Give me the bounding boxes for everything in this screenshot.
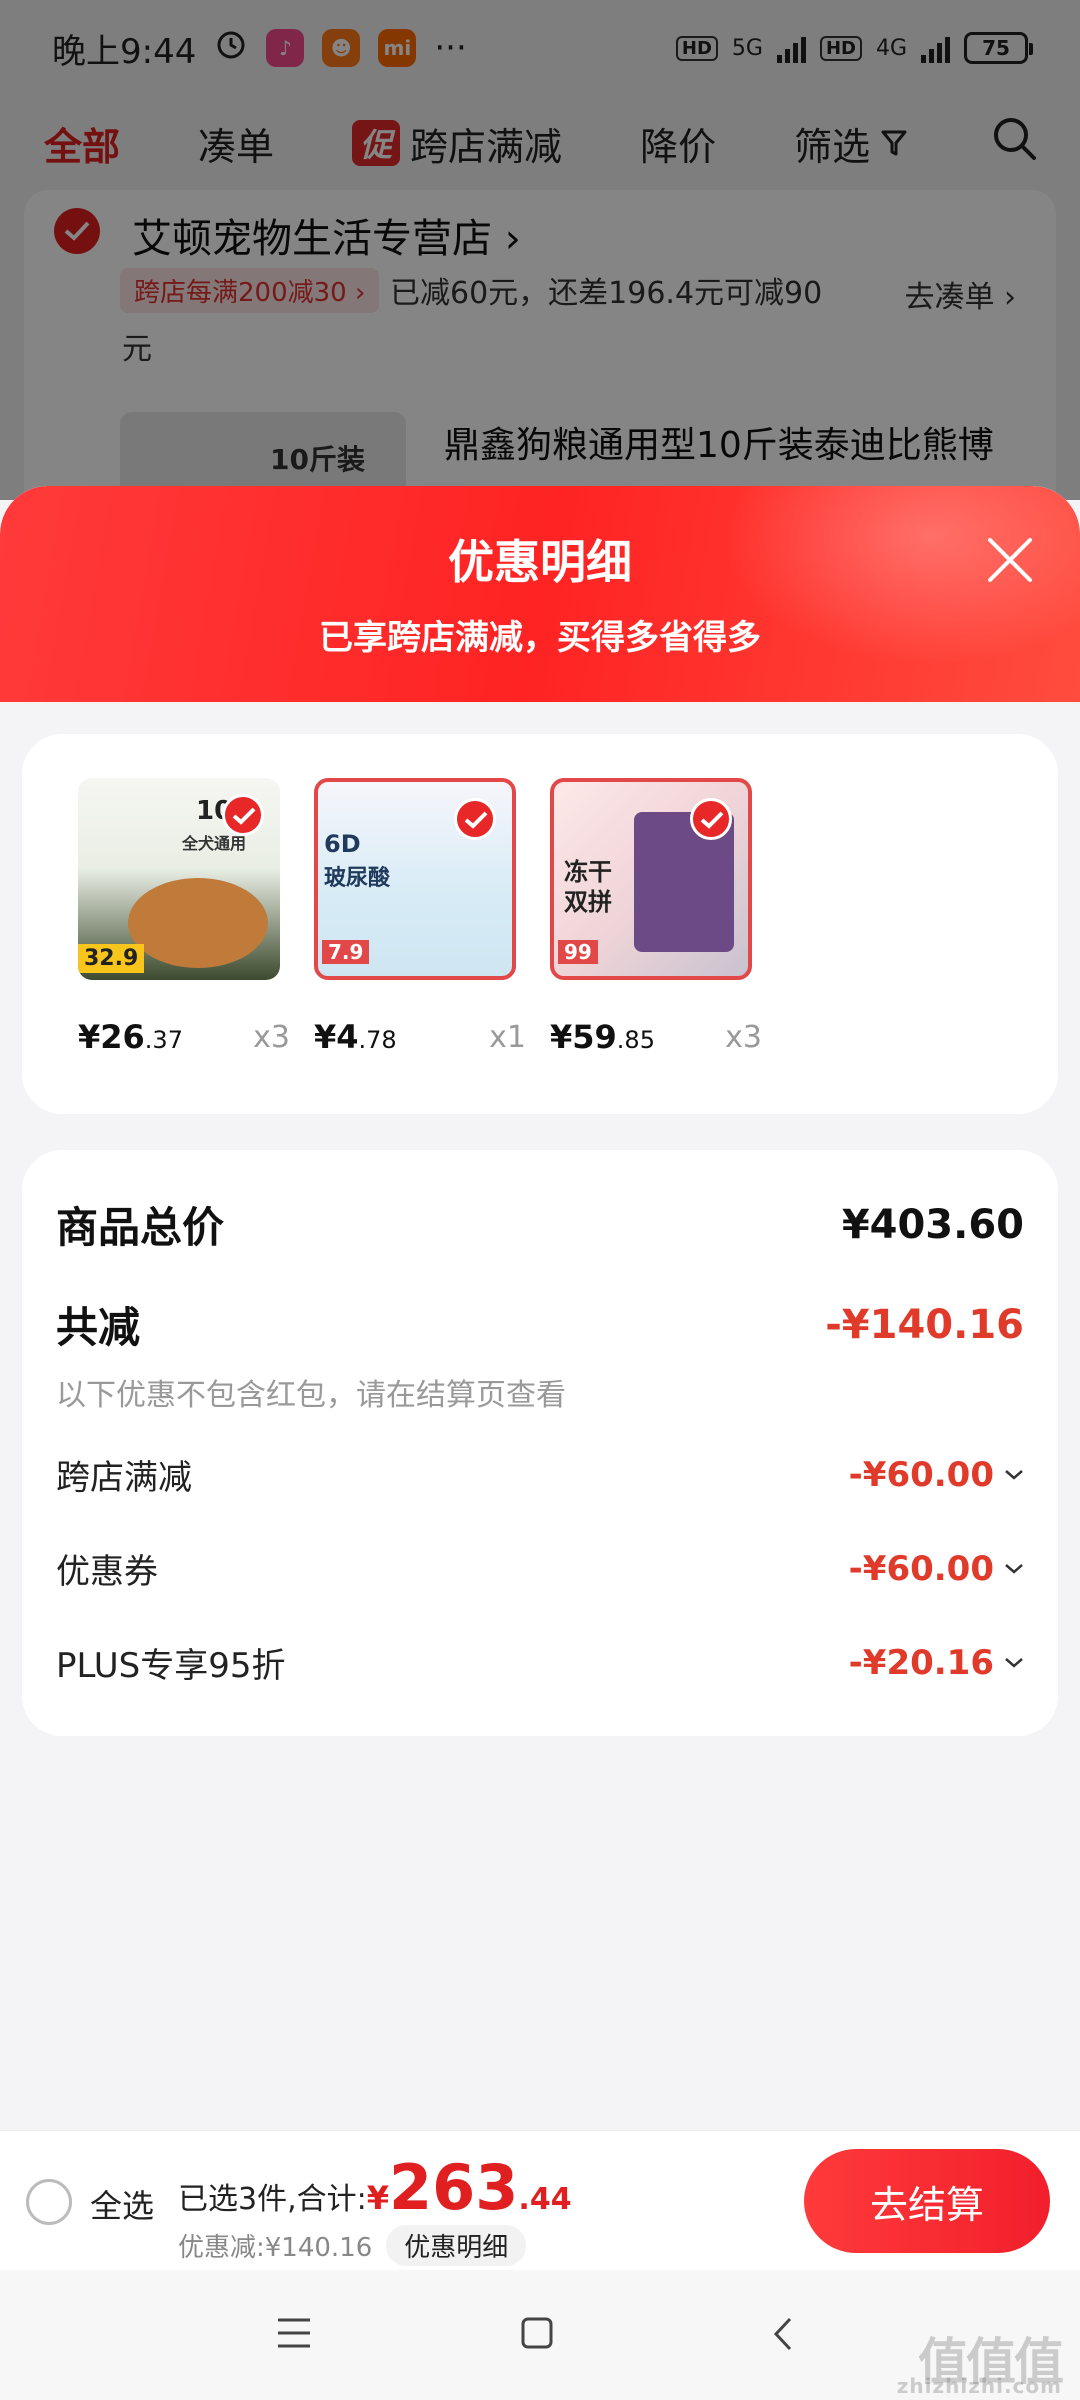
sheet-subtitle: 已享跨店满减，买得多省得多 — [319, 618, 761, 658]
product-image-price: 7.9 — [322, 940, 370, 964]
select-all-label[interactable]: 全选 — [90, 2181, 154, 2227]
product-image-text: 6D — [324, 830, 361, 858]
product-image: 冻干 双拼 99 — [550, 778, 752, 980]
product-quantity: x1 — [489, 1020, 526, 1055]
product-item[interactable]: 10 全犬通用 32.9 ¥26.37 x3 — [78, 778, 290, 1056]
product-check-icon — [222, 794, 264, 836]
product-image-text: 玻尿酸 — [324, 866, 391, 891]
discount-line: 优惠减:¥140.16 优惠明细 — [178, 2225, 527, 2266]
total-reduction-row: 共减 -¥140.16 — [56, 1294, 1024, 1355]
select-all-radio[interactable] — [26, 2179, 72, 2225]
products-card: 10 全犬通用 32.9 ¥26.37 x3 6D 玻尿酸 7.9 ¥4.78 … — [22, 734, 1058, 1114]
back-icon[interactable] — [772, 2316, 794, 2352]
discount-amount: 优惠减:¥140.16 — [178, 2233, 373, 2263]
watermark-site: zhizhizhi.com — [896, 2374, 1062, 2398]
product-image-text: 双拼 — [564, 888, 612, 916]
checkout-button[interactable]: 去结算 — [804, 2149, 1050, 2253]
discount-label: PLUS专享95折 — [56, 1646, 286, 1686]
product-check-icon — [454, 798, 496, 840]
discount-value: -¥60.00 — [848, 1454, 994, 1495]
dim-overlay[interactable] — [0, 0, 1080, 500]
total-decimal: .44 — [518, 2182, 572, 2217]
product-check-icon — [690, 798, 732, 840]
price-summary-card: 商品总价 ¥403.60 共减 -¥140.16 以下优惠不包含红包，请在结算页… — [22, 1150, 1058, 1736]
product-image: 6D 玻尿酸 7.9 — [314, 778, 516, 980]
product-image-price: 32.9 — [78, 944, 145, 973]
product-image: 10 全犬通用 32.9 — [78, 778, 280, 980]
discount-label: 优惠券 — [56, 1552, 158, 1592]
discount-row-plus[interactable]: PLUS专享95折 -¥20.16 — [56, 1638, 1024, 1687]
sheet-header: 优惠明细 已享跨店满减，买得多省得多 — [0, 486, 1080, 702]
total-reduction-label: 共减 — [56, 1303, 141, 1352]
total-price-row: 商品总价 ¥403.60 — [56, 1194, 1024, 1255]
total-reduction-value: -¥140.16 — [825, 1301, 1024, 1348]
close-icon[interactable] — [982, 532, 1038, 588]
discount-row-coupon[interactable]: 优惠券 -¥60.00 — [56, 1544, 1024, 1593]
chevron-down-icon — [1005, 1469, 1023, 1480]
reduction-note: 以下优惠不包含红包，请在结算页查看 — [56, 1378, 566, 1413]
product-image-price: 99 — [558, 940, 598, 964]
product-price: ¥26.37 — [78, 1018, 183, 1056]
total-price-value: ¥403.60 — [841, 1201, 1024, 1248]
total-price-label: 商品总价 — [56, 1203, 225, 1252]
product-quantity: x3 — [253, 1020, 290, 1055]
product-item[interactable]: 冻干 双拼 99 ¥59.85 x3 — [550, 778, 762, 1056]
discount-row-cross-store[interactable]: 跨店满减 -¥60.00 — [56, 1450, 1024, 1499]
total-integer: 263 — [389, 2151, 519, 2224]
discount-detail-sheet: 优惠明细 已享跨店满减，买得多省得多 10 全犬通用 32.9 ¥26.37 x… — [0, 486, 1080, 2130]
chevron-down-icon — [1005, 1563, 1023, 1574]
product-price: ¥4.78 — [314, 1018, 397, 1056]
product-quantity: x3 — [725, 1020, 762, 1055]
discount-value: -¥60.00 — [848, 1548, 994, 1589]
discount-label: 跨店满减 — [56, 1458, 192, 1498]
selected-count-label: 已选3件,合计: — [178, 2182, 367, 2217]
total-summary: 已选3件,合计: ¥ 263 .44 — [178, 2151, 572, 2224]
product-item[interactable]: 6D 玻尿酸 7.9 ¥4.78 x1 — [314, 778, 526, 1056]
home-icon[interactable] — [520, 2316, 554, 2350]
currency-symbol: ¥ — [366, 2179, 389, 2217]
discount-value: -¥20.16 — [848, 1642, 994, 1683]
checkout-bar: 全选 已选3件,合计: ¥ 263 .44 优惠减:¥140.16 优惠明细 去… — [0, 2130, 1080, 2270]
discount-detail-button[interactable]: 优惠明细 — [386, 2225, 527, 2266]
chevron-down-icon — [1005, 1657, 1023, 1668]
sheet-title: 优惠明细 — [448, 535, 632, 589]
watermark: 值值值 zhizhizhi.com — [897, 2322, 1064, 2398]
product-price: ¥59.85 — [550, 1018, 655, 1056]
menu-icon[interactable] — [276, 2316, 312, 2350]
